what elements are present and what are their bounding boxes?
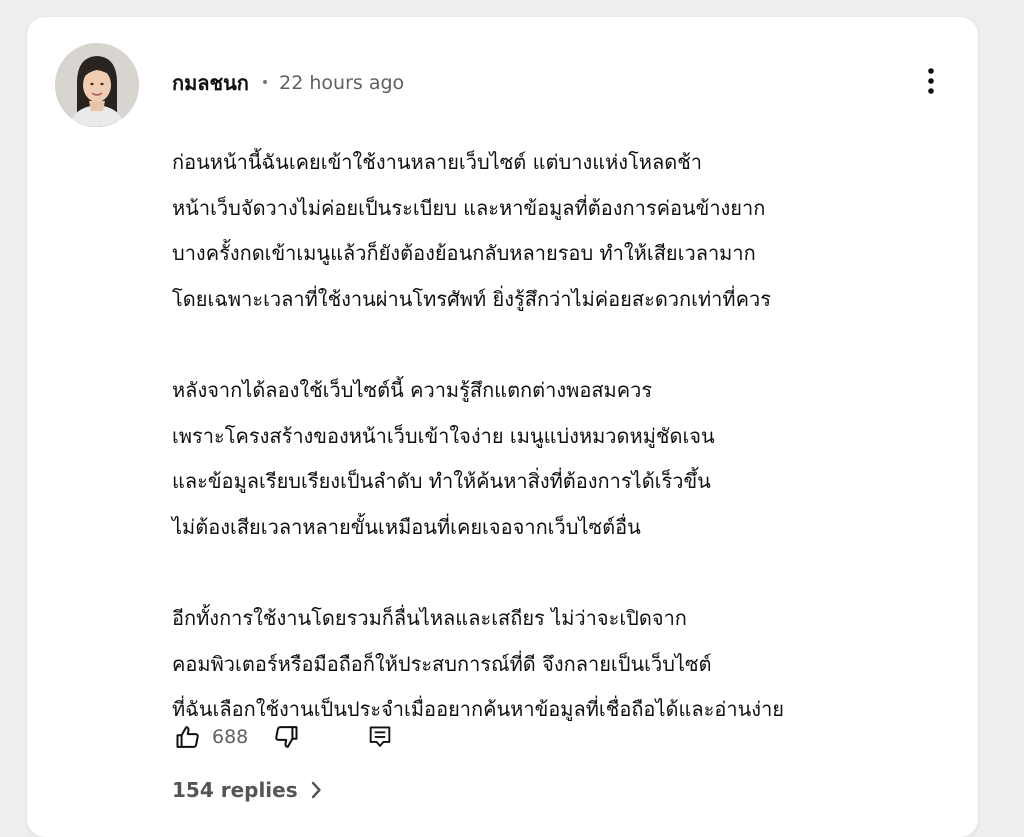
comment-line: บางครั้งกดเข้าเมนูแล้วก็ยังต้องย้อนกลับห… <box>172 241 756 265</box>
comment-line: เพราะโครงสร้างของหน้าเว็บเข้าใจง่าย เมนู… <box>172 423 715 448</box>
view-replies-button[interactable]: 154 replies <box>172 773 322 807</box>
comment-paragraph: หลังจากได้ลองใช้เว็บไซต์นี้ ความรู้สึกแต… <box>172 368 962 550</box>
avatar-image <box>55 43 139 127</box>
thumbs-down-icon <box>275 726 298 748</box>
comment-text: ก่อนหน้านี้ฉันเคยเข้าใช้งานหลายเว็บไซต์ … <box>172 140 962 733</box>
comment-paragraph: ก่อนหน้านี้ฉันเคยเข้าใช้งานหลายเว็บไซต์ … <box>172 140 962 322</box>
like-count: 688 <box>212 726 249 748</box>
comment-line: หลังจากได้ลองใช้เว็บไซต์นี้ ความรู้สึกแต… <box>172 378 653 402</box>
separator-dot: • <box>260 75 270 91</box>
comment-line: ไม่ต้องเสียเวลาหลายขั้นเหมือนที่เคยเจอจา… <box>172 514 641 539</box>
avatar[interactable] <box>55 43 139 127</box>
comment-header: กมลชนก • 22 hours ago <box>172 67 404 99</box>
comment-line: หน้าเว็บจัดวางไม่ค่อยเป็นระเบียบ และหาข้… <box>172 195 766 220</box>
comment-paragraph: อีกทั้งการใช้งานโดยรวมก็ลื่นไหลและเสถียร… <box>172 596 962 733</box>
more-vertical-icon <box>928 68 934 94</box>
comment-actions: 688 <box>172 719 396 755</box>
comment-card: กมลชนก • 22 hours ago ก่อนหน้านี้ฉันเคยเ… <box>27 17 978 837</box>
comment-line: ก่อนหน้านี้ฉันเคยเข้าใช้งานหลายเว็บไซต์ … <box>172 150 703 174</box>
thumbs-up-icon <box>176 726 199 748</box>
more-options-button[interactable] <box>915 63 947 99</box>
timestamp[interactable]: 22 hours ago <box>279 72 404 94</box>
comment-line: คอมพิวเตอร์หรือมือถือก็ให้ประสบการณ์ที่ด… <box>172 651 712 676</box>
like-button[interactable] <box>172 721 204 753</box>
dislike-button[interactable] <box>270 721 302 753</box>
comment-line: โดยเฉพาะเวลาที่ใช้งานผ่านโทรศัพท์ ยิ่งรู… <box>172 286 771 311</box>
reply-button[interactable] <box>364 721 396 753</box>
chevron-right-icon <box>310 781 322 799</box>
comment-line: และข้อมูลเรียบเรียงเป็นลำดับ ทำให้ค้นหาส… <box>172 469 711 493</box>
replies-count-label: 154 replies <box>172 778 298 802</box>
comment-line: อีกทั้งการใช้งานโดยรวมก็ลื่นไหลและเสถียร… <box>172 606 687 630</box>
author-name[interactable]: กมลชนก <box>172 67 249 99</box>
reply-comment-icon <box>369 726 391 747</box>
